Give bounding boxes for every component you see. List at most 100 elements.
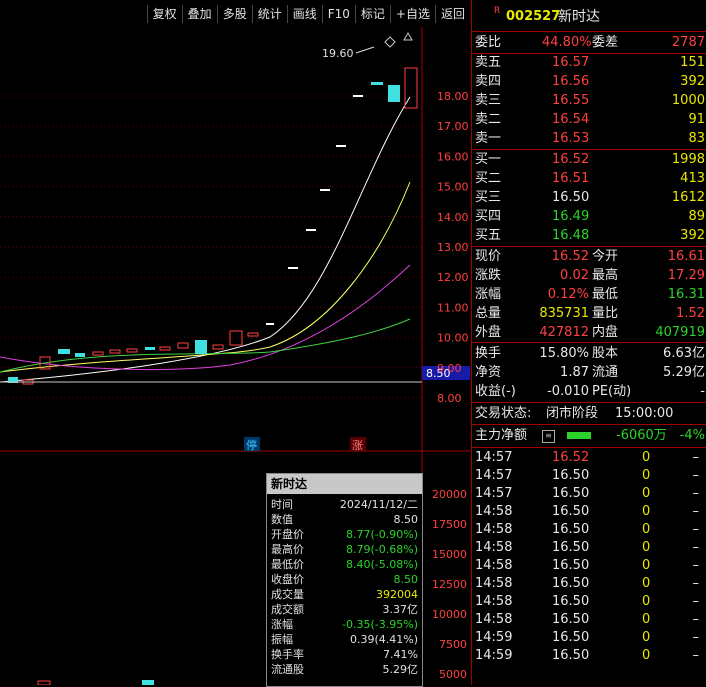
tick-row: 14:58 16.50 0 – [472, 575, 706, 593]
candle [266, 323, 274, 325]
buy-level-price: 16.48 [552, 228, 590, 243]
sell-level-label: 卖二 [475, 112, 502, 127]
toolbar-button-1[interactable]: 叠加 [181, 5, 217, 23]
popup-label: 成交额 [271, 603, 304, 616]
popup-value: 7.41% [383, 648, 418, 661]
sell-level-price: 16.57 [552, 55, 590, 70]
sell-level-volume: 392 [680, 74, 705, 89]
buy-level-price: 16.49 [552, 209, 590, 224]
quote-value: 1.52 [676, 306, 705, 321]
buy-level-row: 买五 16.48 392 [472, 227, 706, 245]
tick-row: 14:57 16.50 0 – [472, 467, 706, 485]
sell-level-price: 16.54 [552, 112, 590, 127]
buy-level-volume: 1998 [671, 152, 705, 167]
toolbar-buttons: 复权 叠加 多股 统计 画线 F10 标记 +自选 返回 [146, 5, 470, 23]
popup-label: 最高价 [271, 543, 304, 556]
popup-row: 最低价 8.40(-5.08%) [267, 558, 422, 572]
quote-label: 涨跌 [475, 268, 502, 283]
quote-value: 16.61 [667, 249, 705, 264]
buy-level-label: 买五 [475, 228, 502, 243]
price-axis-label: 16.00 [437, 150, 469, 163]
toolbar-button-7[interactable]: +自选 [389, 5, 435, 23]
quote-value: 17.29 [667, 268, 705, 283]
sell-level-volume: 83 [688, 131, 705, 146]
buy-level-label: 买一 [475, 152, 502, 167]
sell-level-price: 16.55 [552, 93, 590, 108]
popup-label: 收盘价 [271, 573, 304, 586]
stock-header: R 002527 新时达 [472, 6, 706, 26]
popup-row: 涨幅 -0.35(-3.95%) [267, 618, 422, 632]
toolbar-button-8[interactable]: 返回 [434, 5, 470, 23]
toolbar-button-0[interactable]: 复权 [146, 5, 182, 23]
buy-level-volume: 413 [680, 171, 705, 186]
popup-row: 收盘价 8.50 [267, 573, 422, 587]
buy-level-row: 买三 16.50 1612 [472, 189, 706, 207]
popup-value: 392004 [376, 588, 418, 601]
volume-axis-label: 12500 [432, 578, 467, 591]
fundamental-row: 收益(-) -0.010 PE(动) - [472, 383, 706, 401]
flow-menu-icon[interactable]: ≡ [542, 430, 555, 443]
toolbar-button-5[interactable]: F10 [321, 5, 355, 23]
candle [75, 353, 85, 357]
tick-row: 14:58 16.50 0 – [472, 593, 706, 611]
tick-volume: 0 [642, 504, 651, 519]
tick-row: 14:58 16.50 0 – [472, 557, 706, 575]
candle [371, 82, 383, 85]
tick-volume: 0 [642, 558, 651, 573]
fundamental-label: 换手 [475, 346, 502, 361]
candle [145, 347, 155, 350]
tick-volume: 0 [642, 540, 651, 555]
fundamental-row: 净资 1.87 流通 5.29亿 [472, 364, 706, 382]
toolbar-button-6[interactable]: 标记 [354, 5, 390, 23]
sell-level-volume: 91 [688, 112, 705, 127]
popup-value: 8.50 [393, 513, 419, 526]
price-axis-label: 8.00 [437, 392, 462, 405]
tick-price: 16.50 [552, 612, 590, 627]
tick-time: 14:59 [475, 630, 513, 645]
sell-level-row: 卖四 16.56 392 [472, 73, 706, 91]
quote-value: 0.02 [560, 268, 589, 283]
candlestick-chart[interactable]: 8.50 19.60 停 涨 18.0017.0016.0015.0014.00… [0, 27, 470, 452]
tick-volume: 0 [642, 522, 651, 537]
tick-time: 14:58 [475, 612, 513, 627]
trade-status-time: 15:00:00 [615, 406, 674, 421]
tick-price: 16.50 [552, 522, 590, 537]
fundamental-row: 换手 15.80% 股本 6.63亿 [472, 345, 706, 363]
quote-value: 16.52 [551, 249, 589, 264]
toolbar-button-3[interactable]: 统计 [251, 5, 287, 23]
sell-level-price: 16.53 [552, 131, 590, 146]
fundamental-value: -0.010 [547, 384, 589, 399]
fundamental-label: 净资 [475, 365, 502, 380]
toolbar-button-2[interactable]: 多股 [216, 5, 252, 23]
popup-label: 流通股 [271, 663, 304, 676]
popup-row: 最高价 8.79(-0.68%) [267, 543, 422, 557]
popup-value: 5.29亿 [382, 663, 419, 676]
quote-row: 外盘 427812 内盘 407919 [472, 324, 706, 342]
tick-direction: – [692, 522, 700, 537]
fundamental-value: - [700, 384, 705, 399]
quote-label: 外盘 [475, 325, 502, 340]
trade-status-row: 交易状态: 闭市阶段 15:00:00 [472, 405, 706, 423]
fundamental-value: 5.29亿 [663, 365, 705, 380]
tick-volume: 0 [642, 486, 651, 501]
price-axis-label: 13.00 [437, 241, 469, 254]
tick-price: 16.52 [552, 450, 590, 465]
stock-code[interactable]: 002527 [506, 8, 560, 26]
toolbar-button-4[interactable]: 画线 [286, 5, 322, 23]
tick-row: 14:57 16.52 0 – [472, 449, 706, 467]
volume-axis-label: 7500 [439, 638, 467, 651]
price-axis-label: 10.00 [437, 332, 469, 345]
tick-price: 16.50 [552, 504, 590, 519]
tick-time: 14:58 [475, 540, 513, 555]
tick-direction: – [692, 594, 700, 609]
buy-level-row: 买一 16.52 1998 [472, 151, 706, 169]
stock-name[interactable]: 新时达 [558, 8, 600, 26]
popup-row: 振幅 0.39(4.41%) [267, 633, 422, 647]
tick-direction: – [692, 540, 700, 555]
candle [288, 267, 298, 269]
weibi-value: 44.80% [542, 35, 592, 50]
fundamental-label: 流通 [592, 365, 619, 380]
sell-level-row: 卖五 16.57 151 [472, 54, 706, 72]
tick-volume: 0 [642, 468, 651, 483]
tick-time: 14:57 [475, 450, 513, 465]
